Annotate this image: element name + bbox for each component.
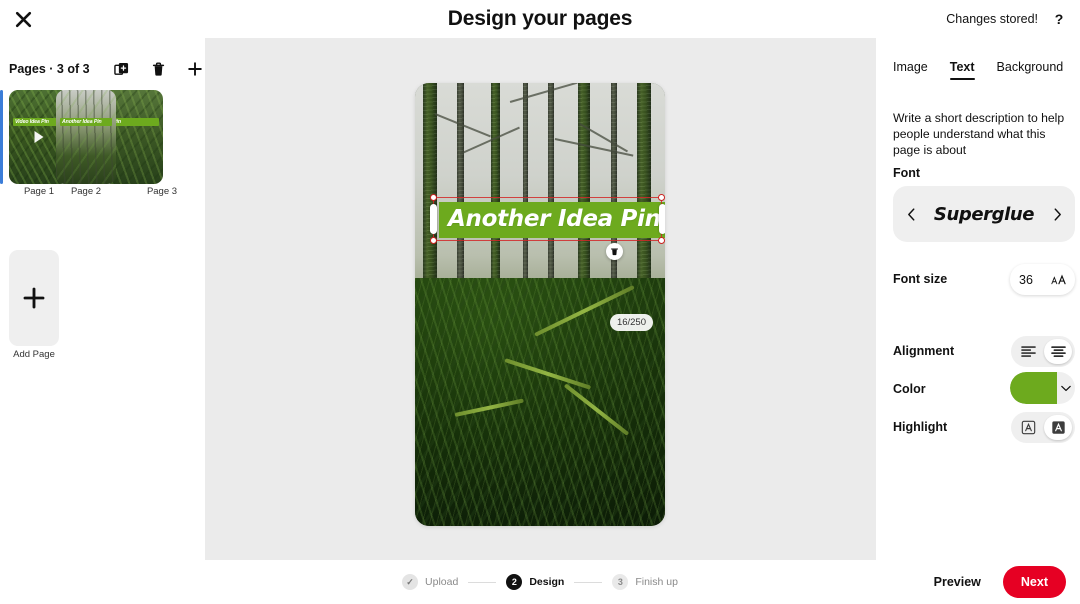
app-header: Design your pages Changes stored! ?: [0, 0, 1080, 38]
character-counter: 16/250: [609, 314, 653, 331]
step-marker-design: 2: [506, 574, 523, 590]
page-thumbnail-label-2: Page 2: [70, 186, 102, 197]
highlight-toggle-group: [1011, 412, 1075, 443]
highlight-outline-button[interactable]: [1014, 415, 1042, 440]
add-page-label: Add Page: [13, 349, 55, 360]
progress-stepper: ✓ Upload 2 Design 3 Finish up: [0, 560, 1080, 604]
step-marker-upload: ✓: [402, 574, 419, 590]
chevron-right-icon: [1054, 207, 1061, 221]
trash-icon: [610, 248, 619, 256]
color-row: Color: [893, 372, 1075, 404]
header-actions: Changes stored! ?: [946, 0, 1070, 38]
step-separator: [468, 581, 497, 583]
align-center-button[interactable]: [1044, 339, 1072, 364]
pin-text-overlay[interactable]: Another Idea Pin: [439, 202, 665, 239]
page-thumbnail-2[interactable]: Another Idea Pin: [56, 90, 116, 184]
duplicate-icon: [113, 62, 128, 75]
font-name-value: Superglue: [933, 203, 1035, 225]
step-label-upload: Upload: [425, 576, 459, 588]
footer-actions: Preview Next: [926, 560, 1066, 604]
properties-panel: Image Text Background Write a short desc…: [876, 38, 1080, 604]
align-left-button[interactable]: [1014, 339, 1042, 364]
font-next-button[interactable]: [1049, 206, 1065, 222]
align-center-icon: [1050, 346, 1066, 357]
next-button[interactable]: Next: [1002, 566, 1066, 598]
pages-toolbar: Pages · 3 of 3: [0, 54, 205, 84]
step-marker-finish: 3: [612, 574, 629, 590]
align-left-icon: [1020, 346, 1036, 357]
color-picker[interactable]: [1010, 372, 1075, 404]
page-1-indicator: [0, 90, 3, 184]
letter-filled-icon: [1051, 421, 1065, 434]
color-dropdown-button[interactable]: [1057, 385, 1075, 392]
app-footer: ✓ Upload 2 Design 3 Finish up Preview Ne…: [0, 560, 1080, 604]
tab-text[interactable]: Text: [949, 60, 975, 80]
alignment-label: Alignment: [893, 344, 955, 358]
tab-image[interactable]: Image: [893, 60, 928, 80]
canvas-area: Another Idea Pin 16/250: [205, 38, 876, 560]
add-page-button[interactable]: [184, 58, 206, 80]
chevron-left-icon: [907, 207, 914, 221]
step-separator: [574, 581, 603, 583]
resize-handle-right[interactable]: [659, 204, 665, 234]
font-size-input[interactable]: 36: [1010, 264, 1075, 295]
page-thumbnail-label-3: Page 3: [146, 186, 178, 197]
duplicate-page-button[interactable]: [110, 58, 132, 80]
save-status: Changes stored!: [946, 12, 1038, 26]
step-label-design: Design: [529, 576, 565, 588]
idea-pin-editor: Design your pages Changes stored! ? Page…: [0, 0, 1080, 604]
pin-background-image: [415, 83, 665, 526]
trash-icon: [152, 62, 164, 76]
highlight-row: Highlight: [893, 412, 1075, 443]
panel-tabs: Image Text Background: [877, 60, 1080, 86]
panel-description: Write a short description to help people…: [893, 111, 1065, 158]
preview-button[interactable]: Preview: [926, 569, 989, 595]
play-icon: [34, 131, 44, 143]
pin-canvas[interactable]: Another Idea Pin 16/250: [415, 83, 665, 526]
step-finish[interactable]: 3 Finish up: [612, 574, 678, 590]
font-picker[interactable]: Superglue: [893, 186, 1075, 242]
thumbnail-overlay-text: Another Idea Pin: [60, 118, 112, 126]
page-thumbnail-strip: Video Idea Pin Page 1 Another Idea Pin P…: [0, 90, 205, 210]
pages-count-label: Pages · 3 of 3: [9, 62, 90, 76]
step-upload[interactable]: ✓ Upload: [402, 574, 458, 590]
delete-text-button[interactable]: [606, 243, 623, 260]
page-title: Design your pages: [447, 7, 633, 30]
pages-sidebar: Pages · 3 of 3 Video Idea Pin Page 1 Ano…: [0, 38, 205, 604]
alignment-row: Alignment: [893, 336, 1075, 367]
font-size-value: 36: [1019, 272, 1033, 287]
plus-icon: [23, 287, 45, 309]
chevron-down-icon: [1061, 385, 1071, 391]
step-label-finish: Finish up: [635, 576, 678, 588]
color-label: Color: [893, 382, 926, 396]
help-icon[interactable]: ?: [1048, 8, 1070, 30]
highlight-label: Highlight: [893, 420, 948, 434]
font-section-label: Font: [893, 166, 921, 180]
step-design[interactable]: 2 Design: [506, 574, 564, 590]
font-prev-button[interactable]: [903, 206, 919, 222]
alignment-toggle-group: [1011, 336, 1075, 367]
letter-outline-icon: [1021, 420, 1035, 435]
font-size-label: Font size: [893, 272, 948, 286]
resize-handle-left[interactable]: [430, 204, 437, 234]
tab-background[interactable]: Background: [997, 60, 1064, 80]
pin-text[interactable]: Another Idea Pin: [439, 202, 665, 239]
plus-icon: [188, 62, 202, 76]
highlight-filled-button[interactable]: [1044, 415, 1072, 440]
font-size-row: Font size 36: [893, 264, 1075, 295]
color-swatch: [1010, 372, 1057, 404]
add-page-card[interactable]: [9, 250, 59, 346]
font-size-icon: [1051, 274, 1066, 284]
delete-page-button[interactable]: [147, 58, 169, 80]
